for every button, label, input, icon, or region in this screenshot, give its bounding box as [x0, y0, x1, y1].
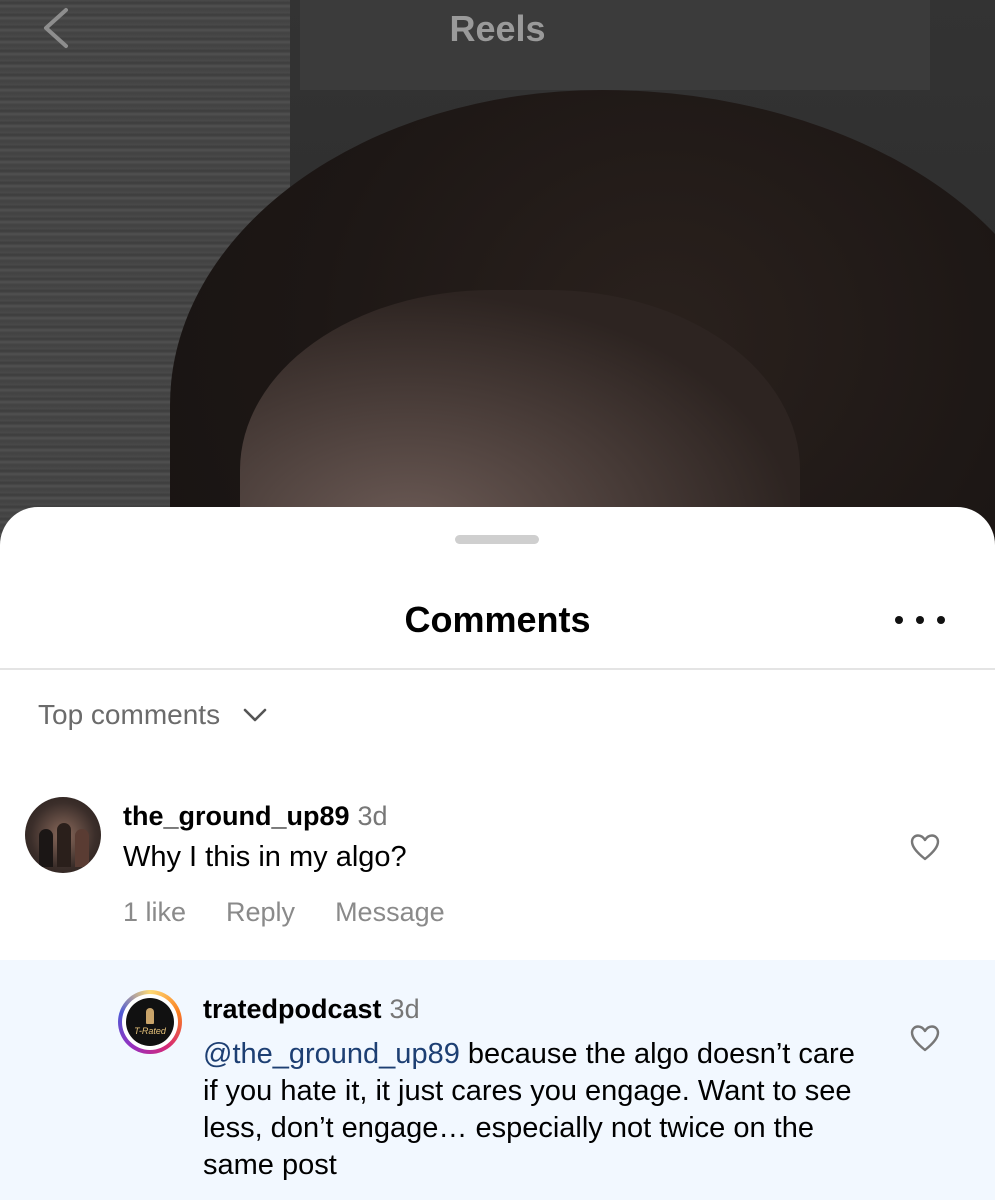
- avatar[interactable]: [25, 797, 101, 873]
- avatar[interactable]: T-Rated: [118, 990, 182, 1054]
- reels-screen: Reels Comments Top comments the_ground_u…: [0, 0, 995, 1200]
- logo-figure: [146, 1008, 154, 1024]
- mention-link[interactable]: @the_ground_up89: [203, 1038, 460, 1070]
- reply-button[interactable]: Reply: [226, 897, 295, 928]
- avatar-figure: [75, 829, 89, 867]
- reel-video[interactable]: [0, 0, 995, 560]
- comment-text: Why I this in my algo?: [123, 841, 407, 873]
- ellipsis-dot: [937, 616, 945, 624]
- comment-time: 3d: [357, 801, 388, 831]
- sort-label: Top comments: [38, 699, 221, 730]
- likes-count[interactable]: 1 like: [123, 897, 186, 928]
- sort-dropdown[interactable]: Top comments: [38, 699, 268, 731]
- heart-icon[interactable]: [910, 1024, 940, 1052]
- message-button[interactable]: Message: [335, 897, 445, 928]
- more-options-button[interactable]: [895, 607, 945, 633]
- divider: [0, 668, 995, 670]
- sheet-grabber[interactable]: [455, 535, 539, 544]
- sheet-title: Comments: [404, 599, 591, 640]
- heart-icon[interactable]: [910, 833, 940, 861]
- avatar-figure: [57, 823, 71, 867]
- comment-meta: the_ground_up89 3d: [123, 801, 388, 832]
- avatar-logo: T-Rated: [126, 998, 174, 1046]
- comment-username[interactable]: tratedpodcast: [203, 994, 382, 1024]
- comment-username[interactable]: the_ground_up89: [123, 801, 350, 831]
- ellipsis-icon: [895, 616, 903, 624]
- comment-time: 3d: [389, 994, 420, 1024]
- avatar-figure: [39, 829, 53, 867]
- comment-text: @the_ground_up89 because the algo doesn’…: [203, 1036, 863, 1184]
- comment-actions: 1 like Reply Message: [123, 897, 485, 928]
- reply-item: T-Rated tratedpodcast 3d @the_ground_up89…: [0, 960, 995, 1200]
- avatar-logo-text: T-Rated: [134, 1026, 166, 1036]
- avatar-ring: T-Rated: [122, 994, 178, 1050]
- ellipsis-dot: [916, 616, 924, 624]
- page-title: Reels: [449, 8, 546, 49]
- comments-sheet: Comments Top comments the_ground_up89 3d …: [0, 507, 995, 1200]
- comment-meta: tratedpodcast 3d: [203, 994, 420, 1025]
- chevron-down-icon: [243, 708, 267, 722]
